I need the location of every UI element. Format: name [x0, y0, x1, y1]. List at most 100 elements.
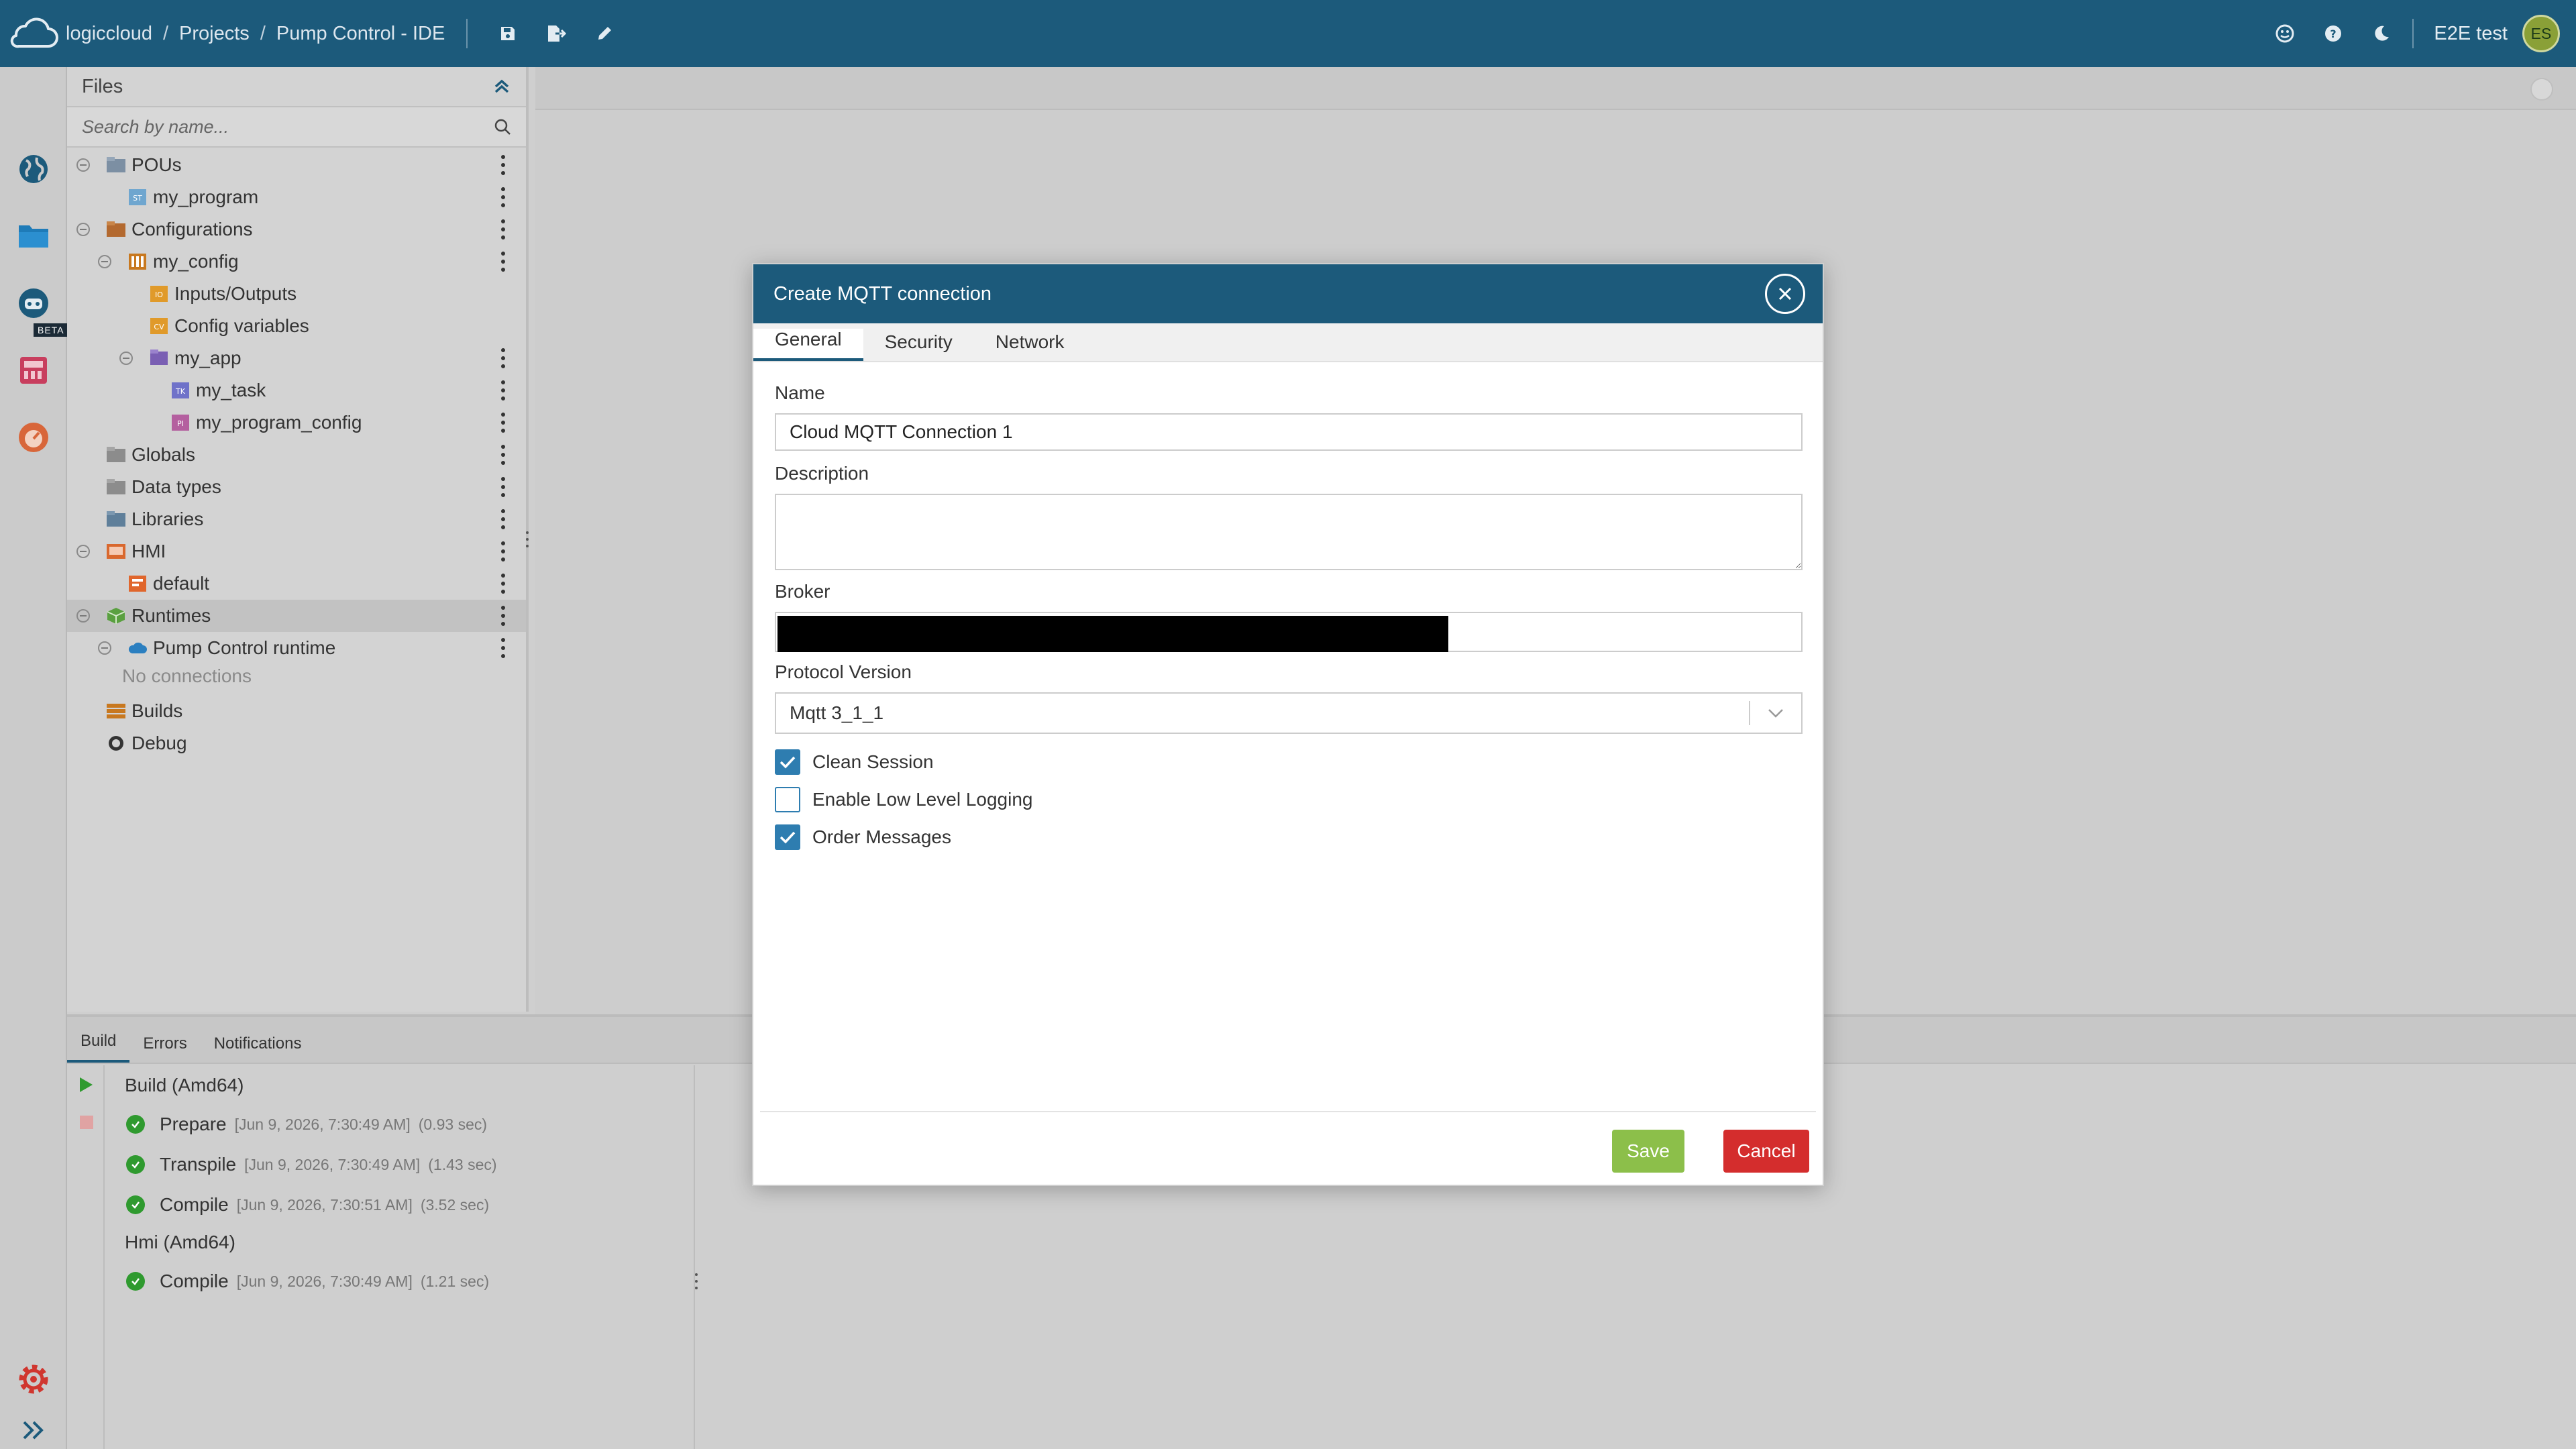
tree-item-my-app[interactable]: my_app	[67, 342, 526, 374]
more-options-icon[interactable]	[499, 217, 507, 241]
tab-notifications[interactable]: Notifications	[201, 1034, 315, 1063]
protocol-version-select[interactable]: Mqtt 3_1_1	[775, 692, 1803, 734]
tree-item-my-program-config[interactable]: PI my_program_config	[67, 407, 526, 439]
stop-build-icon[interactable]	[79, 1115, 94, 1130]
cancel-button[interactable]: Cancel	[1723, 1130, 1809, 1173]
collapse-toggle[interactable]	[76, 158, 90, 172]
edit-pencil-icon[interactable]	[580, 0, 629, 67]
expand-chevrons-icon[interactable]	[0, 1402, 67, 1449]
files-title: Files	[82, 75, 123, 97]
tab-general[interactable]: General	[753, 329, 863, 361]
tree-item-config-variables[interactable]: CV Config variables	[67, 310, 526, 342]
build-step: Compile [Jun 9, 2026, 7:30:49 AM] (1.21 …	[105, 1264, 489, 1299]
name-field[interactable]	[775, 413, 1803, 451]
more-options-icon[interactable]	[499, 604, 507, 628]
more-options-icon[interactable]	[499, 443, 507, 467]
tree-item-data-types[interactable]: Data types	[67, 471, 526, 503]
dark-mode-moon-icon[interactable]	[2357, 0, 2406, 67]
export-file-icon[interactable]	[532, 0, 580, 67]
resize-handle[interactable]	[694, 1272, 699, 1291]
run-build-icon[interactable]	[78, 1076, 94, 1093]
more-options-icon[interactable]	[499, 346, 507, 370]
cloud-logo-icon[interactable]	[0, 0, 66, 67]
protocol-version-value: Mqtt 3_1_1	[790, 702, 884, 723]
search-icon[interactable]	[494, 118, 511, 136]
activity-rail: BETA	[0, 67, 68, 1449]
build-step-duration: (3.52 sec)	[420, 1195, 490, 1214]
more-options-icon[interactable]	[499, 185, 507, 209]
tree-item-hmi[interactable]: HMI	[67, 535, 526, 568]
checkbox-checked-icon[interactable]	[775, 824, 800, 850]
breadcrumb-separator: /	[162, 22, 169, 44]
checkbox-unchecked-icon[interactable]	[775, 787, 800, 812]
save-icon[interactable]	[484, 0, 532, 67]
low-level-logging-checkbox[interactable]: Enable Low Level Logging	[775, 785, 1032, 814]
folder-icon[interactable]	[0, 208, 67, 264]
name-label: Name	[775, 382, 825, 403]
more-options-icon[interactable]	[499, 475, 507, 499]
tree-label: Globals	[131, 444, 195, 465]
tab-build[interactable]: Build	[67, 1032, 130, 1063]
io-file-icon: IO	[150, 286, 168, 302]
user-name[interactable]: E2E test	[2434, 23, 2508, 45]
help-icon[interactable]: ?	[2309, 0, 2357, 67]
svg-text:?: ?	[2330, 28, 2337, 40]
program-config-file-icon: PI	[172, 415, 189, 431]
tree-item-pous[interactable]: POUs	[67, 149, 526, 181]
tab-errors[interactable]: Errors	[129, 1034, 200, 1063]
clean-session-checkbox[interactable]: Clean Session	[775, 747, 934, 777]
tree-label: Pump Control runtime	[153, 637, 336, 658]
tab-security[interactable]: Security	[863, 331, 974, 361]
tree-item-debug[interactable]: Debug	[67, 727, 526, 759]
tab-network[interactable]: Network	[974, 331, 1086, 361]
collapse-toggle[interactable]	[76, 609, 90, 623]
collapse-toggle[interactable]	[98, 641, 111, 655]
close-icon[interactable]	[1765, 274, 1805, 314]
globe-icon[interactable]	[0, 141, 67, 197]
plc-device-icon[interactable]	[0, 342, 67, 398]
search-input[interactable]	[82, 116, 494, 138]
build-step-name: Compile	[160, 1271, 229, 1291]
tree-item-builds[interactable]: Builds	[67, 695, 526, 727]
avatar[interactable]: ES	[2522, 15, 2560, 52]
collapse-toggle[interactable]	[98, 255, 111, 268]
more-options-icon[interactable]	[499, 153, 507, 177]
collapse-up-icon[interactable]	[492, 77, 511, 96]
tree-item-libraries[interactable]: Libraries	[67, 503, 526, 535]
more-options-icon[interactable]	[499, 250, 507, 274]
save-button[interactable]: Save	[1612, 1130, 1684, 1173]
more-options-icon[interactable]	[499, 507, 507, 531]
settings-gear-icon[interactable]	[0, 1351, 67, 1407]
tree-item-default[interactable]: default	[67, 568, 526, 600]
tree-item-runtimes[interactable]: Runtimes	[67, 600, 526, 632]
more-options-icon[interactable]	[499, 378, 507, 402]
feedback-smiley-icon[interactable]	[2261, 0, 2309, 67]
chevron-down-icon[interactable]	[1750, 693, 1801, 733]
order-messages-checkbox[interactable]: Order Messages	[775, 822, 951, 852]
broker-field[interactable]	[775, 612, 1803, 652]
more-options-icon[interactable]	[499, 539, 507, 564]
more-options-icon[interactable]	[499, 572, 507, 596]
broker-label: Broker	[775, 581, 830, 602]
collapse-toggle[interactable]	[119, 352, 133, 365]
description-field[interactable]	[775, 494, 1803, 570]
checkbox-checked-icon[interactable]	[775, 749, 800, 775]
tree-item-my-config[interactable]: my_config	[67, 246, 526, 278]
gauge-icon[interactable]	[0, 409, 67, 466]
breadcrumb-project-name[interactable]: Pump Control - IDE	[276, 23, 445, 45]
more-options-icon[interactable]	[499, 411, 507, 435]
collapse-toggle[interactable]	[76, 545, 90, 558]
tree-item-inputs-outputs[interactable]: IO Inputs/Outputs	[67, 278, 526, 310]
resize-handle[interactable]	[525, 530, 530, 549]
breadcrumb-brand[interactable]: logiccloud	[66, 23, 152, 45]
tree-item-my-program[interactable]: ST my_program	[67, 181, 526, 213]
tree-item-configurations[interactable]: Configurations	[67, 213, 526, 246]
more-options-icon[interactable]	[499, 636, 507, 660]
close-editor-icon[interactable]	[2530, 78, 2553, 101]
tree-item-globals[interactable]: Globals	[67, 439, 526, 471]
collapse-toggle[interactable]	[76, 223, 90, 236]
breadcrumb-projects[interactable]: Projects	[179, 23, 250, 45]
tree-item-my-task[interactable]: TK my_task	[67, 374, 526, 407]
tree-item-pump-control-runtime[interactable]: Pump Control runtime	[67, 632, 526, 664]
top-header: logiccloud / Projects / Pump Control - I…	[0, 0, 2576, 67]
